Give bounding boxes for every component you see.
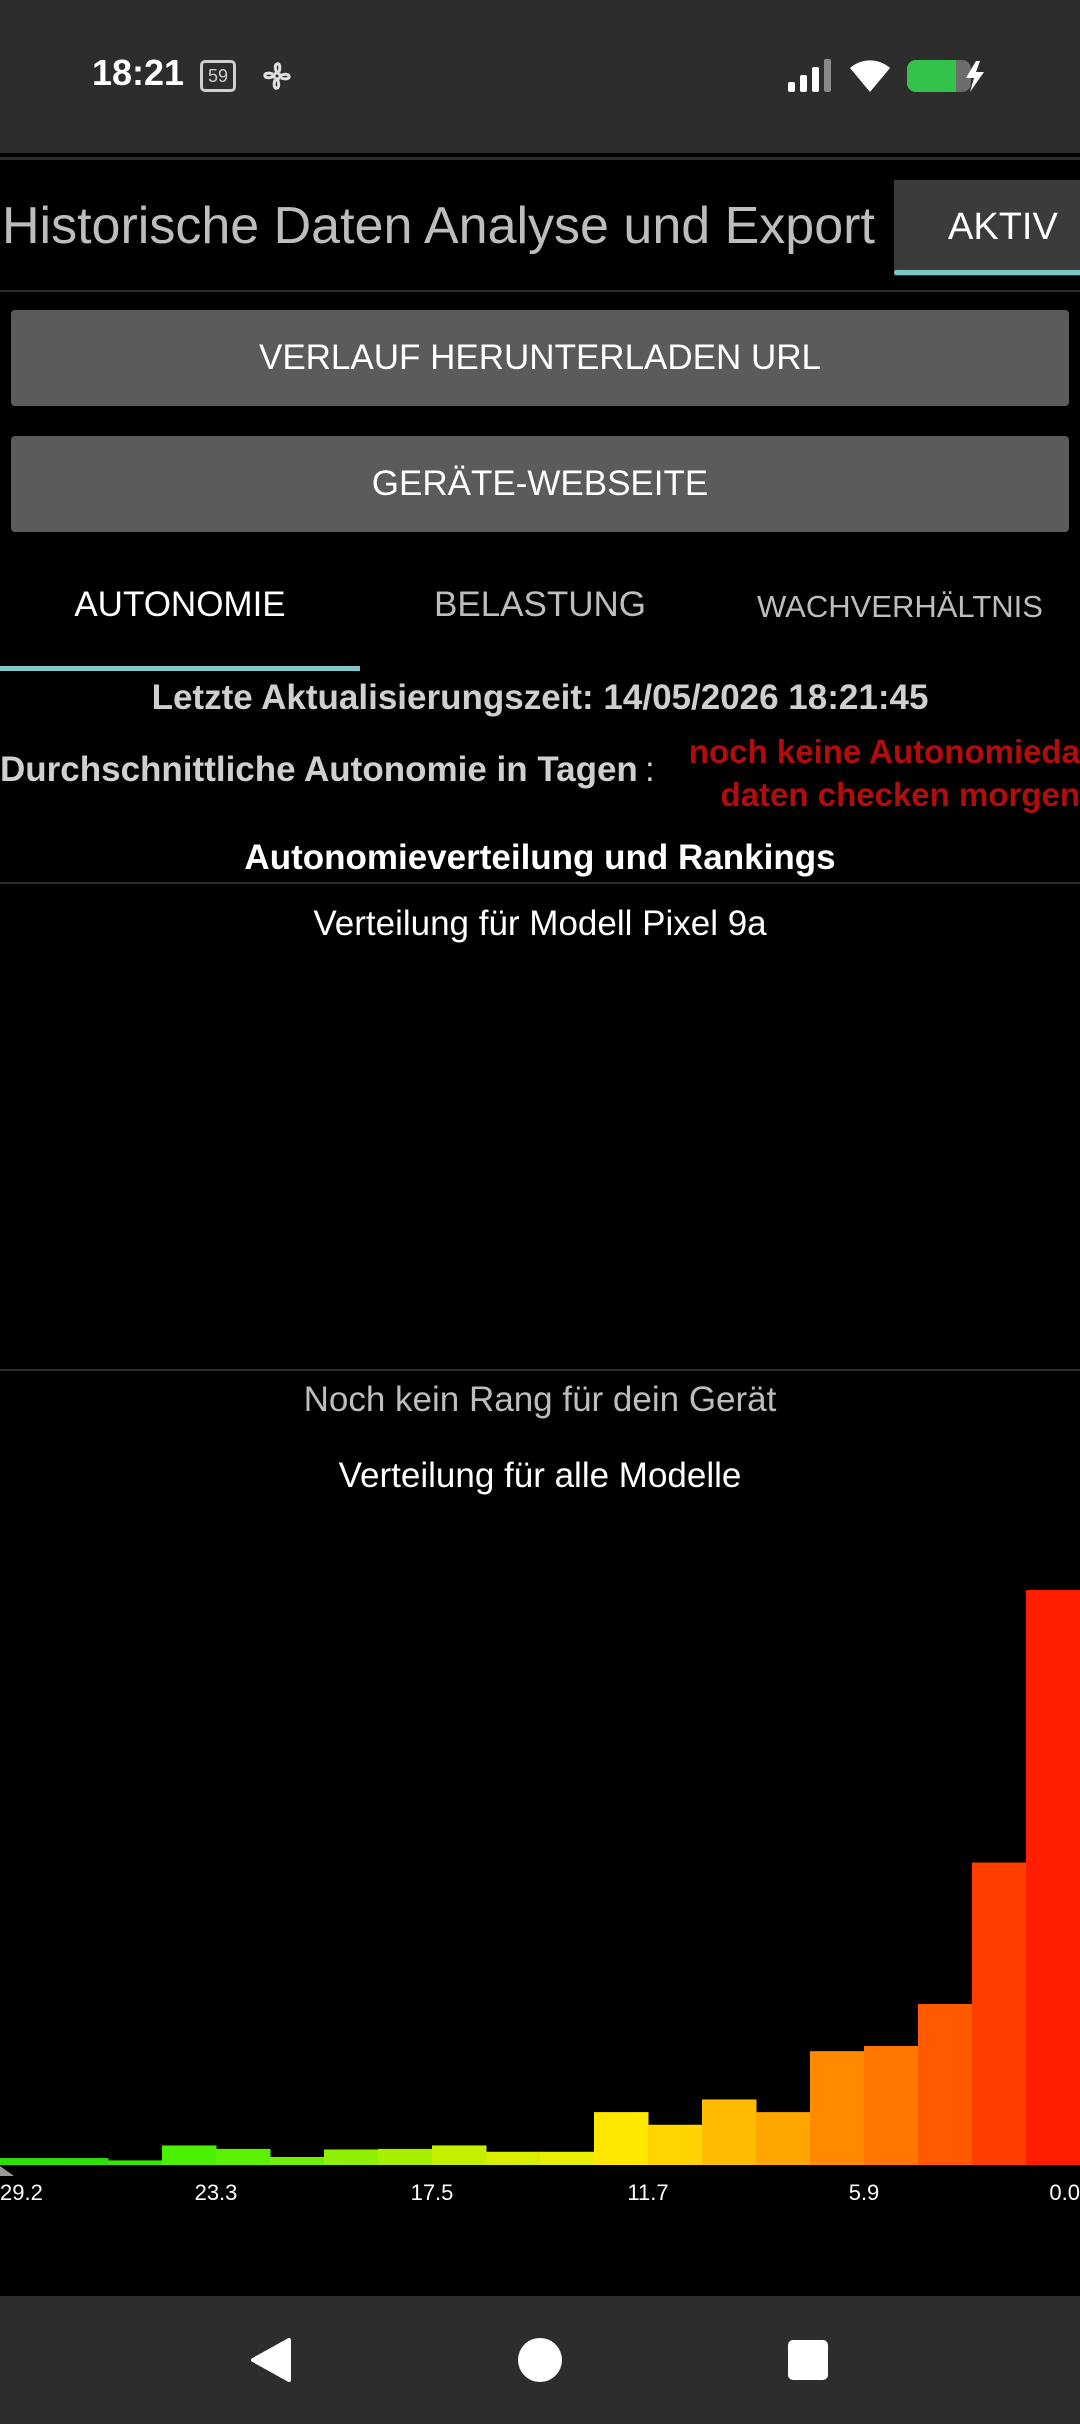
histogram-bar bbox=[54, 2158, 109, 2165]
x-tick-label: 17.5 bbox=[411, 2180, 454, 2205]
page-title: Historische Daten Analyse und Export bbox=[2, 197, 875, 255]
section-divider bbox=[0, 882, 1080, 884]
average-autonomy-colon: : bbox=[645, 750, 655, 789]
histogram-bar bbox=[864, 2045, 919, 2165]
average-autonomy-value-line1: noch keine Autonomieda bbox=[688, 733, 1080, 770]
tab-aktiv-label: AKTIV bbox=[948, 206, 1058, 248]
histogram-bar bbox=[270, 2156, 325, 2165]
all-models-distribution-title: Verteilung für alle Modelle bbox=[338, 1456, 742, 1495]
histogram-bar bbox=[540, 2151, 595, 2165]
download-history-url-button[interactable]: VERLAUF HERUNTERLADEN URL bbox=[11, 310, 1069, 406]
signal-icon bbox=[788, 59, 831, 92]
title-divider bbox=[0, 290, 1080, 292]
model-chart-divider bbox=[0, 1369, 1080, 1371]
average-autonomy-label: Durchschnittliche Autonomie in Tagen bbox=[0, 750, 638, 789]
wifi-icon bbox=[850, 60, 890, 92]
tab-wachverhaeltnis[interactable]: WACHVERHÄLTNIS bbox=[720, 589, 1080, 625]
back-icon[interactable] bbox=[247, 2336, 295, 2384]
tab-autonomie-indicator bbox=[0, 666, 360, 671]
x-tick-label: 5.9 bbox=[849, 2180, 880, 2205]
histogram-bar bbox=[594, 2112, 649, 2165]
histogram-bar bbox=[108, 2160, 163, 2165]
histogram-bar bbox=[486, 2151, 541, 2165]
no-rank-message: Noch kein Rang für dein Gerät bbox=[303, 1380, 777, 1419]
recent-apps-icon[interactable] bbox=[786, 2338, 830, 2382]
average-autonomy-value: noch keine Autonomieda daten checken mor… bbox=[664, 730, 1080, 816]
header-divider bbox=[0, 157, 1080, 160]
histogram-bar bbox=[648, 2124, 703, 2165]
histogram-bar bbox=[702, 2099, 757, 2165]
histogram-bar bbox=[162, 2145, 217, 2165]
histogram-bar bbox=[1026, 1590, 1080, 2165]
axis-start-marker bbox=[0, 2166, 14, 2176]
average-autonomy-value-line2: daten checken morgen bbox=[720, 776, 1080, 813]
tab-autonomie[interactable]: AUTONOMIE bbox=[0, 585, 360, 625]
all-models-histogram: 29.2 23.3 17.5 11.7 5.9 0.0 bbox=[0, 1590, 1080, 2205]
last-update-time: Letzte Aktualisierungszeit: 14/05/2026 1… bbox=[151, 678, 929, 717]
device-website-button[interactable]: GERÄTE-WEBSEITE bbox=[11, 436, 1069, 532]
histogram-bar bbox=[324, 2149, 379, 2165]
calendar-icon: 59 bbox=[200, 60, 236, 92]
histogram-bar bbox=[810, 2051, 865, 2165]
x-tick-label: 29.2 bbox=[0, 2180, 43, 2205]
status-time: 18:21 bbox=[92, 52, 185, 93]
histogram-bar bbox=[432, 2145, 487, 2165]
home-icon[interactable] bbox=[516, 2336, 564, 2384]
x-tick-label: 11.7 bbox=[627, 2180, 668, 2205]
histogram-bar bbox=[918, 2004, 973, 2165]
tab-aktiv[interactable]: AKTIV bbox=[894, 180, 1080, 276]
fan-icon bbox=[263, 62, 291, 90]
battery-charging-icon bbox=[907, 60, 984, 92]
x-tick-label: 23.3 bbox=[195, 2180, 238, 2205]
status-bar: 18:21 59 bbox=[0, 0, 1080, 153]
tab-belastung[interactable]: BELASTUNG bbox=[360, 585, 720, 625]
model-distribution-title: Verteilung für Modell Pixel 9a bbox=[313, 904, 767, 943]
tab-aktiv-indicator bbox=[894, 270, 1080, 275]
section-title: Autonomieverteilung und Rankings bbox=[244, 838, 836, 877]
histogram-bar bbox=[216, 2148, 271, 2165]
x-tick-label: 0.0 bbox=[1049, 2180, 1080, 2205]
histogram-bar bbox=[972, 1862, 1027, 2165]
histogram-bar bbox=[378, 2148, 433, 2165]
histogram-bar bbox=[0, 2158, 55, 2165]
histogram-bar bbox=[756, 2112, 811, 2165]
